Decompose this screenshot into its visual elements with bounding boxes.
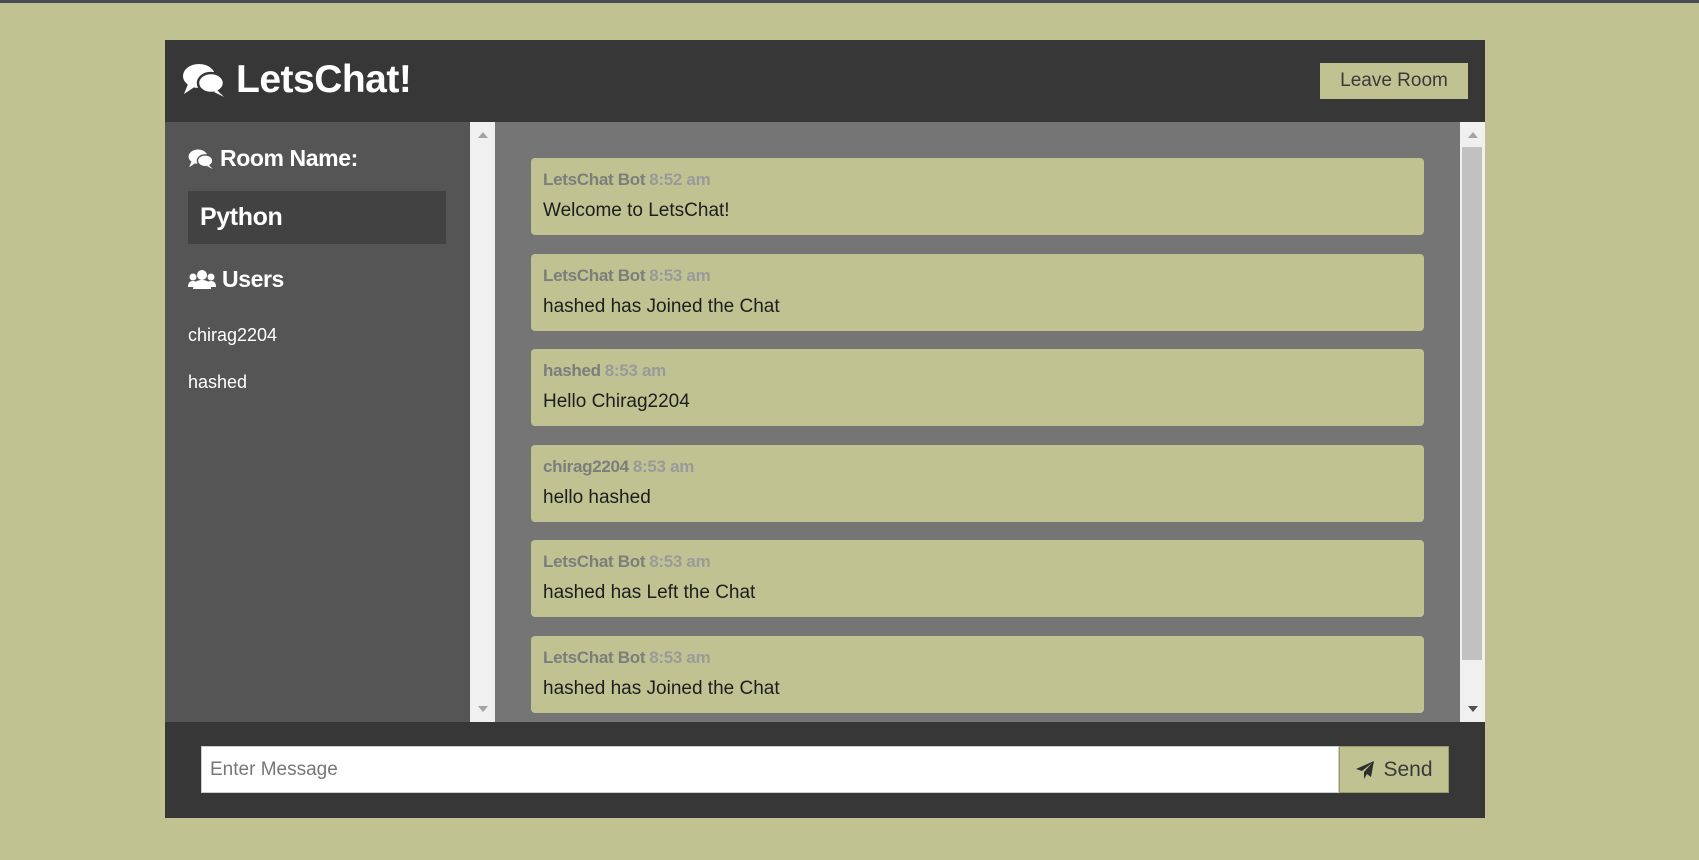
scroll-down-arrow-icon[interactable]	[477, 706, 488, 712]
message-sender: LetsChat Bot	[543, 552, 646, 571]
user-list-item: chirag2204	[188, 325, 278, 345]
room-name-heading: Room Name:	[188, 145, 358, 172]
chat-container: LetsChat! Leave Room Room Name: Python U…	[165, 40, 1485, 818]
users-icon	[188, 269, 216, 289]
message-area: LetsChat Bot 8:52 am Welcome to LetsChat!…	[495, 122, 1460, 722]
message-text: hello hashed	[543, 487, 651, 508]
message-sender: chirag2204	[543, 457, 629, 476]
message-meta: chirag2204 8:53 am	[543, 457, 694, 477]
sidebar: Room Name: Python Users chirag2204 hashe…	[165, 122, 470, 722]
user-list-item: hashed	[188, 372, 248, 392]
message-item: LetsChat Bot 8:52 am Welcome to LetsChat!	[531, 158, 1424, 235]
users-label: Users	[222, 266, 284, 292]
users-heading: Users	[188, 266, 284, 293]
comments-icon	[183, 64, 226, 97]
send-label: Send	[1383, 757, 1433, 781]
message-sender: LetsChat Bot	[543, 266, 646, 285]
sidebar-scrollbar[interactable]	[470, 122, 495, 722]
message-item: LetsChat Bot 8:53 am hashed has Left the …	[531, 540, 1424, 617]
message-time: 8:53 am	[632, 457, 695, 476]
message-time: 8:53 am	[649, 648, 711, 667]
message-item: LetsChat Bot 8:53 am hashed has Joined th…	[531, 254, 1424, 331]
message-sender: LetsChat Bot	[543, 648, 646, 667]
message-meta: hashed 8:53 am	[543, 361, 666, 381]
message-time: 8:53 am	[649, 266, 711, 285]
browser-top-border	[0, 0, 1699, 3]
chat-header: LetsChat! Leave Room	[165, 40, 1485, 122]
message-text: hashed has Joined the Chat	[543, 678, 780, 699]
message-composer: Send	[165, 722, 1485, 818]
send-button[interactable]: Send	[1339, 746, 1449, 793]
message-sender: LetsChat Bot	[543, 170, 646, 189]
scrollbar-thumb[interactable]	[1462, 147, 1482, 660]
scroll-up-arrow-icon[interactable]	[477, 132, 488, 138]
message-sender: hashed	[543, 361, 601, 380]
comments-icon	[188, 149, 214, 169]
message-time: 8:52 am	[649, 170, 711, 189]
message-input[interactable]	[201, 746, 1339, 793]
message-meta: LetsChat Bot 8:53 am	[543, 266, 711, 286]
room-name-value: Python	[188, 191, 446, 244]
message-item: chirag2204 8:53 am hello hashed	[531, 445, 1424, 522]
chat-scrollbar[interactable]	[1460, 122, 1485, 722]
message-time: 8:53 am	[604, 361, 667, 380]
message-text: Welcome to LetsChat!	[543, 200, 730, 221]
message-text: Hello Chirag2204	[543, 391, 690, 412]
message-item: hashed 8:53 am Hello Chirag2204	[531, 349, 1424, 426]
message-text: hashed has Joined the Chat	[543, 296, 780, 317]
leave-room-button[interactable]: Leave Room	[1320, 63, 1468, 99]
message-meta: LetsChat Bot 8:53 am	[543, 648, 711, 668]
scroll-up-arrow-icon[interactable]	[1467, 132, 1478, 138]
message-text: hashed has Left the Chat	[543, 582, 756, 603]
message-item: LetsChat Bot 8:53 am hashed has Joined th…	[531, 636, 1424, 713]
paper-plane-icon	[1356, 760, 1375, 779]
app-title: LetsChat!	[236, 58, 412, 101]
room-name-label: Room Name:	[220, 145, 358, 171]
message-meta: LetsChat Bot 8:52 am	[543, 170, 711, 190]
message-meta: LetsChat Bot 8:53 am	[543, 552, 711, 572]
brand: LetsChat!	[182, 58, 412, 102]
scroll-down-arrow-icon[interactable]	[1467, 706, 1478, 712]
message-time: 8:53 am	[649, 552, 711, 571]
